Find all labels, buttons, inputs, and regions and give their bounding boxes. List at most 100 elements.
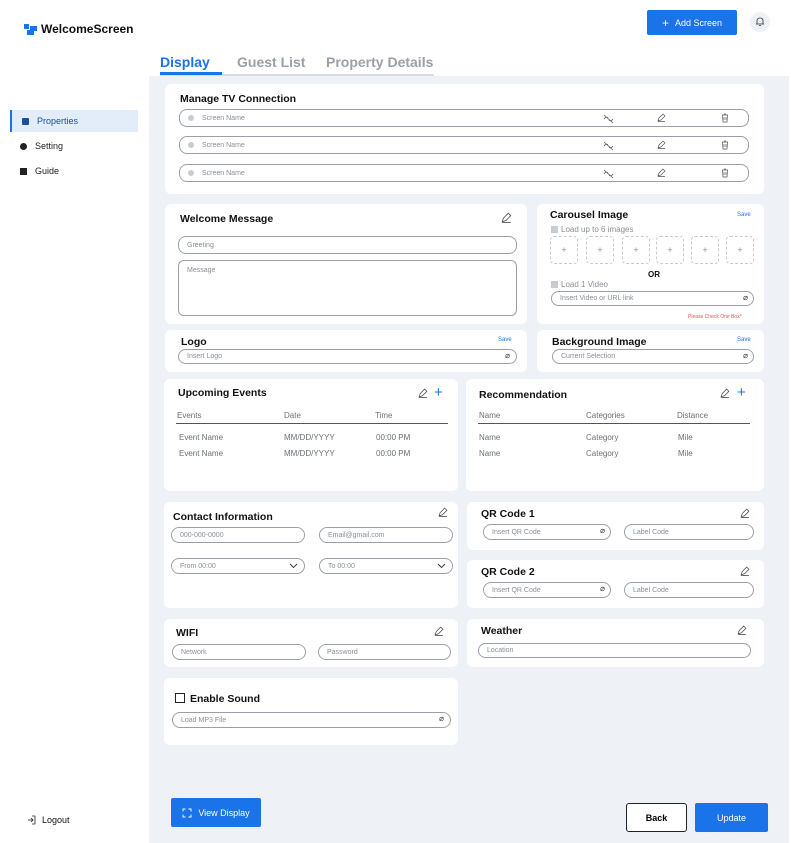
table-row: MM/DD/YYYY bbox=[284, 449, 335, 458]
unlink-icon[interactable] bbox=[603, 141, 614, 151]
weather-title: Weather bbox=[481, 625, 523, 637]
images-option-label: Load up to 6 images bbox=[561, 225, 634, 234]
qr2-label-input[interactable]: Label Code bbox=[624, 582, 754, 598]
tv-connection-title: Manage TV Connection bbox=[180, 93, 297, 105]
trash-icon[interactable] bbox=[721, 140, 729, 150]
trash-icon[interactable] bbox=[721, 113, 729, 123]
phone-input[interactable]: 000-000-0000 bbox=[171, 527, 305, 543]
table-row: Event Name bbox=[179, 433, 224, 442]
sidebar-item-properties[interactable]: Properties bbox=[10, 110, 138, 132]
enable-sound-label: Enable Sound bbox=[190, 693, 261, 705]
image-slot-4[interactable]: + bbox=[656, 236, 684, 264]
logout-link[interactable]: Logout bbox=[27, 815, 70, 825]
message-textarea[interactable]: Message bbox=[178, 260, 517, 316]
app-logo: WelcomeScreen bbox=[24, 22, 134, 36]
edit-icon[interactable] bbox=[720, 388, 730, 398]
logo-title: Logo bbox=[181, 336, 207, 348]
rec-header-divider bbox=[478, 423, 750, 424]
table-row: Category bbox=[586, 449, 619, 458]
tab-guest-list[interactable]: Guest List bbox=[237, 54, 305, 70]
paperclip-icon: ⌀ bbox=[743, 293, 748, 302]
book-icon bbox=[20, 167, 27, 175]
table-row: MM/DD/YYYY bbox=[284, 433, 335, 442]
notification-bell[interactable] bbox=[750, 12, 770, 32]
table-row: Event Name bbox=[179, 449, 224, 458]
image-slot-2[interactable]: + bbox=[586, 236, 614, 264]
image-slot-3[interactable]: + bbox=[622, 236, 650, 264]
image-slot-5[interactable]: + bbox=[691, 236, 719, 264]
video-url-input[interactable]: Insert Video or URL link ⌀ bbox=[551, 291, 754, 306]
events-col-events: Events bbox=[177, 411, 202, 420]
image-slot-6[interactable]: + bbox=[726, 236, 754, 264]
fullscreen-icon bbox=[182, 808, 192, 817]
tab-bar: Display Guest List Property Details bbox=[160, 54, 434, 76]
enable-sound-checkbox[interactable] bbox=[175, 693, 185, 703]
video-option-checkbox[interactable] bbox=[551, 281, 558, 288]
table-row: Name bbox=[479, 449, 501, 458]
unlink-icon[interactable] bbox=[603, 114, 614, 124]
logo-save-button[interactable]: Save bbox=[498, 337, 512, 343]
edit-icon[interactable] bbox=[657, 140, 666, 149]
sidebar-item-guide[interactable]: Guide bbox=[10, 160, 138, 182]
events-col-time: Time bbox=[375, 411, 393, 420]
active-tab-indicator bbox=[160, 72, 222, 75]
paperclip-icon: ⌀ bbox=[439, 714, 444, 723]
tab-display[interactable]: Display bbox=[160, 54, 210, 70]
edit-icon[interactable] bbox=[740, 508, 750, 518]
background-input[interactable]: Current Selection ⌀ bbox=[552, 349, 754, 364]
contact-card: Contact Information bbox=[164, 502, 458, 608]
qr2-title: QR Code 2 bbox=[481, 566, 535, 578]
rec-col-name: Name bbox=[479, 411, 501, 420]
video-option-label: Load 1 Video bbox=[561, 280, 609, 289]
email-input[interactable]: Email@gmail.com bbox=[319, 527, 453, 543]
bell-icon bbox=[756, 17, 764, 26]
qr1-code-input[interactable]: Insert QR Code ⌀ bbox=[483, 524, 611, 540]
add-screen-button[interactable]: + Add Screen bbox=[647, 10, 737, 35]
chevron-down-icon bbox=[289, 563, 298, 569]
edit-icon[interactable] bbox=[657, 113, 666, 122]
trash-icon[interactable] bbox=[721, 168, 729, 178]
weather-location-input[interactable]: Location bbox=[478, 643, 751, 658]
rec-col-categories: Categories bbox=[586, 411, 625, 420]
gear-icon bbox=[20, 142, 27, 150]
events-header-divider bbox=[176, 423, 448, 424]
edit-icon[interactable] bbox=[418, 388, 428, 398]
welcome-message-title: Welcome Message bbox=[180, 213, 274, 225]
paperclip-icon: ⌀ bbox=[505, 351, 510, 360]
update-button[interactable]: Update bbox=[695, 803, 768, 832]
qr1-label-input[interactable]: Label Code bbox=[624, 524, 754, 540]
paperclip-icon: ⌀ bbox=[600, 584, 605, 593]
edit-icon[interactable] bbox=[438, 507, 448, 517]
add-event-icon[interactable]: + bbox=[434, 385, 443, 400]
background-save-button[interactable]: Save bbox=[737, 337, 751, 343]
carousel-save-button[interactable]: Save bbox=[737, 212, 751, 218]
image-slot-1[interactable]: + bbox=[550, 236, 578, 264]
logout-icon bbox=[28, 815, 36, 825]
table-row: 00:00 PM bbox=[376, 433, 411, 442]
chevron-down-icon bbox=[437, 563, 446, 569]
mp3-file-input[interactable]: Load MP3 File ⌀ bbox=[172, 712, 451, 728]
from-time-select[interactable]: From 00:00 bbox=[171, 558, 305, 574]
edit-icon[interactable] bbox=[740, 566, 750, 576]
add-recommendation-icon[interactable]: + bbox=[737, 385, 746, 400]
images-option-checkbox[interactable] bbox=[551, 226, 558, 233]
table-row: Mile bbox=[678, 449, 693, 458]
plus-icon: + bbox=[661, 15, 669, 30]
edit-icon[interactable] bbox=[737, 625, 747, 635]
table-row: Category bbox=[586, 433, 619, 442]
sidebar-item-setting[interactable]: Setting bbox=[10, 135, 138, 157]
qr2-code-input[interactable]: Insert QR Code ⌀ bbox=[483, 582, 611, 598]
to-time-select[interactable]: To 00:00 bbox=[319, 558, 453, 574]
greeting-input[interactable]: Greeting bbox=[178, 236, 517, 254]
tab-property-details[interactable]: Property Details bbox=[326, 54, 433, 70]
paperclip-icon: ⌀ bbox=[743, 351, 748, 360]
view-display-button[interactable]: View Display bbox=[171, 798, 261, 827]
edit-icon[interactable] bbox=[434, 626, 444, 636]
edit-icon[interactable] bbox=[657, 168, 666, 177]
wifi-network-input[interactable]: Network bbox=[172, 644, 306, 660]
back-button[interactable]: Back bbox=[626, 803, 687, 832]
logo-input[interactable]: Insert Logo ⌀ bbox=[178, 349, 517, 364]
edit-icon[interactable] bbox=[501, 212, 512, 223]
unlink-icon[interactable] bbox=[603, 169, 614, 179]
wifi-password-input[interactable]: Password bbox=[318, 644, 451, 660]
